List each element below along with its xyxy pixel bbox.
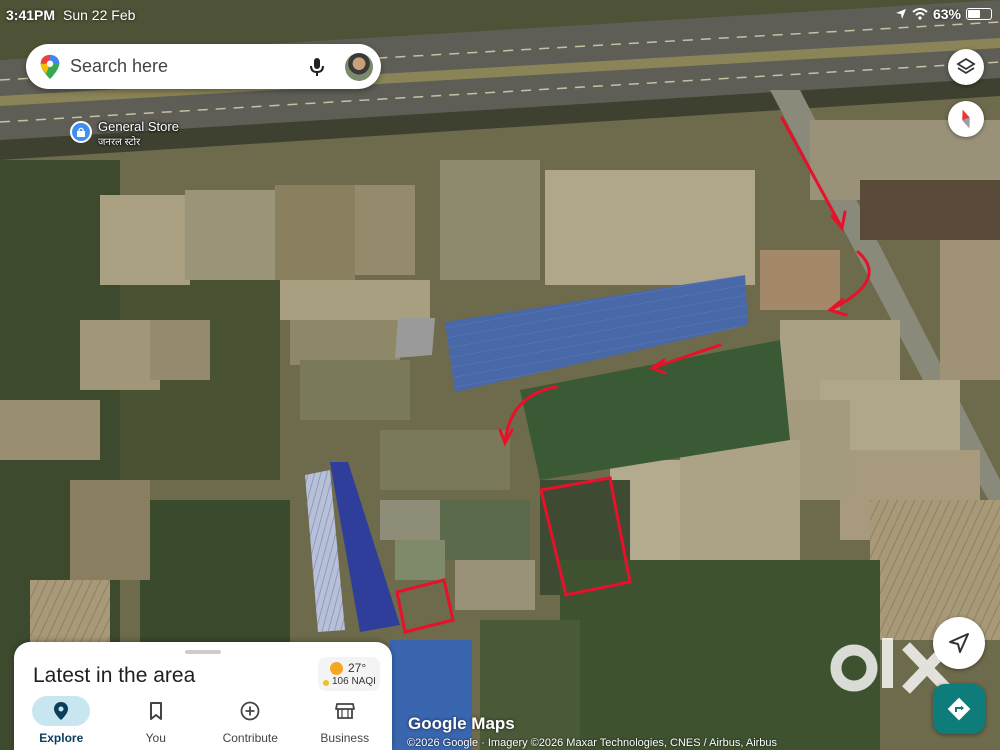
status-indicators: 63%	[895, 6, 992, 22]
search-input[interactable]: Search here	[70, 56, 305, 77]
weather-chip[interactable]: 27° 106 NAQI	[318, 657, 380, 691]
sheet-title: Latest in the area	[33, 664, 196, 687]
location-arrow-icon	[895, 9, 906, 19]
weather-temperature: 27°	[348, 661, 367, 675]
microphone-icon[interactable]	[305, 55, 329, 79]
place-name-local: जनरल स्टोर	[98, 137, 141, 148]
bookmark-icon	[149, 702, 162, 720]
storefront-icon	[334, 703, 355, 719]
account-avatar[interactable]	[345, 52, 373, 81]
nav-you-label: You	[145, 731, 166, 745]
place-name: General Store	[98, 119, 179, 134]
map-attribution[interactable]: ©2026 Google · Imagery ©2026 Maxar Techn…	[407, 737, 777, 749]
layers-button[interactable]	[948, 49, 984, 85]
weather-aqi: 106 NAQI	[332, 676, 376, 687]
search-bar[interactable]: Search here	[26, 44, 381, 89]
battery-icon	[966, 8, 992, 20]
status-date: Sun 22 Feb	[63, 7, 136, 23]
nav-contribute-label: Contribute	[222, 731, 278, 745]
google-maps-brand: Google Maps	[408, 714, 515, 733]
google-maps-logo-icon	[40, 54, 60, 79]
compass-button[interactable]	[948, 101, 984, 137]
sheet-drag-handle[interactable]	[185, 650, 221, 654]
add-circle-icon	[240, 701, 260, 721]
bottom-nav: Explore You Contribute Business	[14, 694, 392, 750]
status-bar: 3:41PM Sun 22 Feb 63%	[0, 0, 1000, 30]
status-time: 3:41PM	[6, 7, 56, 23]
aqi-dot-icon	[323, 680, 329, 686]
bottom-sheet[interactable]: Latest in the area 27° 106 NAQI Explore …	[14, 642, 392, 750]
sun-icon	[330, 662, 343, 675]
place-marker-general-store[interactable]: General Store जनरल स्टोर	[70, 119, 179, 148]
shopping-bag-icon	[70, 121, 92, 143]
nav-explore[interactable]: Explore	[14, 694, 109, 750]
compass-icon	[962, 109, 970, 129]
directions-icon	[947, 697, 971, 721]
nav-business[interactable]: Business	[298, 694, 393, 750]
location-pin-icon	[54, 702, 69, 720]
directions-button[interactable]	[933, 684, 985, 734]
nav-you[interactable]: You	[109, 694, 204, 750]
battery-percentage: 63%	[932, 6, 961, 22]
nav-business-label: Business	[320, 731, 370, 745]
layers-icon	[956, 57, 976, 75]
nav-contribute[interactable]: Contribute	[203, 694, 298, 750]
wifi-icon	[912, 8, 928, 20]
nav-explore-label: Explore	[39, 731, 84, 745]
